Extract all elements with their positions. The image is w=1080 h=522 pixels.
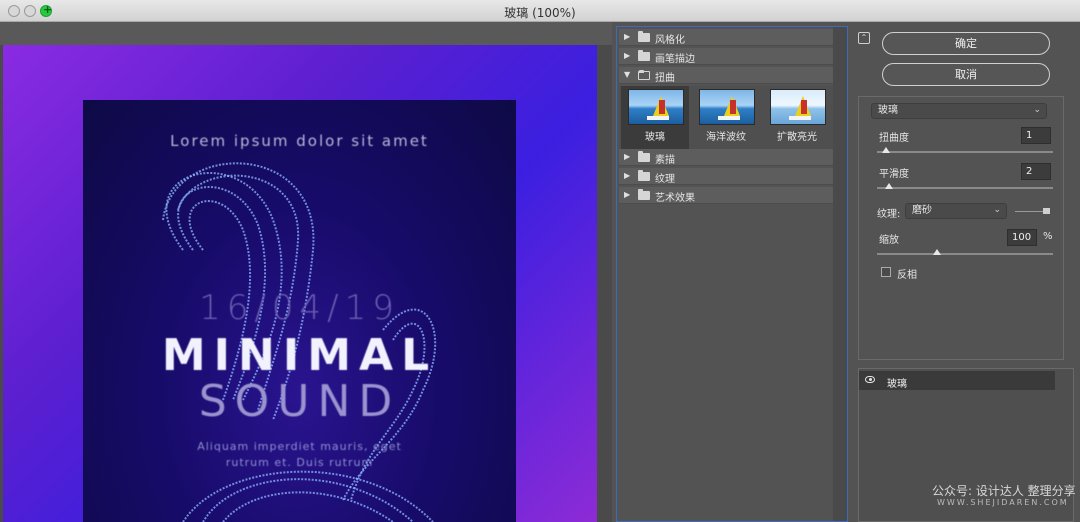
poster-date: 16/04/19 [199,288,400,328]
category-texture[interactable]: ▶ 纹理 [619,168,833,185]
chevron-down-icon: ⌄ [1033,105,1041,115]
collapse-gallery-button[interactable]: ⌃ [858,32,870,44]
texture-select-value: 磨砂 [912,205,932,216]
smoothness-input[interactable]: 2 [1021,163,1051,180]
filter-gallery-list: ▶ 风格化 ▶ 画笔描边 ▼ 扭曲 玻璃 海洋波纹 扩散亮光 ▶ 素描 ▶ 纹理… [616,26,848,522]
filter-thumb-diffuse-glow[interactable]: 扩散亮光 [763,86,831,151]
filter-thumb-label: 海洋波纹 [706,132,746,143]
texture-menu-icon[interactable] [1043,208,1050,214]
invert-label: 反相 [897,270,917,281]
poster-tagline: Lorem ipsum dolor sit amet [170,132,429,150]
category-label: 风格化 [655,35,685,46]
filter-select-value: 玻璃 [878,105,898,116]
texture-label: 纹理: [877,209,901,220]
expand-triangle-icon: ▶ [624,152,631,161]
category-label: 扭曲 [655,73,675,84]
poster-body-line2: rutrum et. Duis rutrum [225,456,374,469]
texture-menu-line [1015,211,1043,212]
filter-settings-group: 玻璃 ⌄ 扭曲度 1 平滑度 2 纹理: 磨砂 ⌄ 缩放 100 % 反相 [858,96,1064,360]
scaling-slider-track[interactable] [877,253,1053,255]
watermark-line1: 公众号: 设计达人 整理分享 [932,484,1076,498]
settings-panel: ⌃ 确定 取消 玻璃 ⌄ 扭曲度 1 平滑度 2 纹理: 磨砂 ⌄ 缩放 100… [852,26,1080,522]
cancel-button[interactable]: 取消 [882,63,1050,86]
title-bar: 玻璃 (100%) [0,0,1080,22]
folder-icon [638,189,650,200]
effect-layer-row[interactable]: 玻璃 [859,371,1055,390]
category-distort[interactable]: ▼ 扭曲 [619,67,833,84]
eye-icon[interactable] [865,376,875,383]
category-brush-strokes[interactable]: ▶ 画笔描边 [619,48,833,65]
smoothness-slider-knob[interactable] [885,183,893,189]
category-label: 艺术效果 [655,193,695,204]
folder-icon [638,50,650,61]
filter-thumb-label: 扩散亮光 [777,132,817,143]
filter-thumb-label: 玻璃 [645,132,665,143]
expand-triangle-icon: ▶ [624,190,631,199]
open-folder-icon [638,70,650,80]
category-sketch[interactable]: ▶ 素描 [619,149,833,166]
texture-select[interactable]: 磨砂 ⌄ [905,203,1007,219]
expand-triangle-icon: ▶ [624,32,631,41]
preview-canvas[interactable]: Lorem ipsum dolor sit amet 16/04/19 MINI… [3,45,597,522]
category-artistic[interactable]: ▶ 艺术效果 [619,187,833,204]
window-title: 玻璃 (100%) [504,6,576,20]
category-stylize[interactable]: ▶ 风格化 [619,29,833,46]
collapse-triangle-icon: ▼ [624,70,631,79]
scaling-slider-knob[interactable] [933,249,941,255]
distortion-slider-track[interactable] [877,151,1053,153]
distort-filter-thumbnails: 玻璃 海洋波纹 扩散亮光 [619,86,833,151]
distortion-label: 扭曲度 [879,133,909,144]
poster-title-sound: SOUND [198,376,401,427]
filter-thumbnail-image [628,89,684,125]
effect-layer-name: 玻璃 [887,379,907,390]
gallery-scrollbar[interactable] [833,27,847,521]
folder-icon [638,151,650,162]
filter-thumbnail-image [699,89,755,125]
scaling-label: 缩放 [879,235,899,246]
poster-image: Lorem ipsum dolor sit amet 16/04/19 MINI… [83,100,516,522]
filter-thumb-ocean-ripple[interactable]: 海洋波纹 [692,86,760,151]
watermark-line2: WWW.SHEJIDAREN.COM [937,498,1069,507]
category-label: 素描 [655,155,675,166]
preview-area[interactable]: Lorem ipsum dolor sit amet 16/04/19 MINI… [0,22,612,522]
poster-title-minimal: MINIMAL [161,330,438,381]
poster-body-line1: Aliquam imperdiet mauris, eget [197,440,402,453]
filter-thumb-glass[interactable]: 玻璃 [621,86,689,151]
preview-toolbar-strip [0,22,612,45]
category-label: 纹理 [655,174,675,185]
scaling-unit: % [1043,231,1053,242]
filter-gallery-window: 玻璃 (100%) [0,0,1080,522]
ok-button[interactable]: 确定 [882,32,1050,55]
chevron-down-icon: ⌄ [993,205,1001,215]
invert-checkbox[interactable] [881,267,891,277]
distortion-input[interactable]: 1 [1021,127,1051,144]
smoothness-slider-track[interactable] [877,187,1053,189]
folder-icon [638,170,650,181]
filter-select[interactable]: 玻璃 ⌄ [871,103,1047,119]
distortion-slider-knob[interactable] [882,147,890,153]
smoothness-label: 平滑度 [879,169,909,180]
expand-triangle-icon: ▶ [624,51,631,60]
category-label: 画笔描边 [655,54,695,65]
scaling-input[interactable]: 100 [1007,229,1037,246]
filter-thumbnail-image [770,89,826,125]
expand-triangle-icon: ▶ [624,171,631,180]
folder-icon [638,31,650,42]
